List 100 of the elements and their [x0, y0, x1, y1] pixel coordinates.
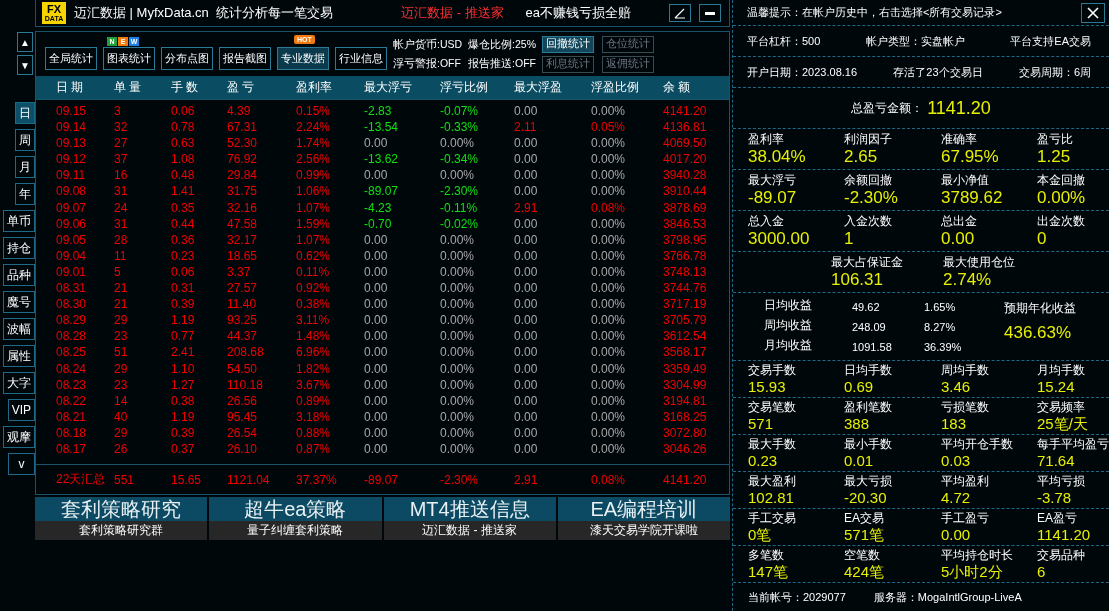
side-tab[interactable]: 月: [15, 156, 35, 178]
toolbar-button[interactable]: 专业数据: [277, 46, 329, 70]
toolbar-button[interactable]: 报告截图: [219, 46, 271, 70]
side-tab[interactable]: 魔号: [3, 291, 35, 313]
average-percent: 1.65%: [924, 299, 957, 315]
banner-caption[interactable]: 套利策略研究群: [35, 521, 208, 540]
summary-cell-text: 2.91: [514, 472, 539, 487]
toolbar-button[interactable]: 图表统计: [103, 46, 155, 70]
table-cell-text: 1.48%: [296, 328, 332, 345]
slogan-text: 迈汇数据 - 推送家: [401, 4, 504, 22]
stat-label: 入金次数: [844, 213, 893, 229]
banner-caption[interactable]: 迈汇数据 - 推送家: [383, 521, 556, 540]
stat-value: 102.81: [748, 488, 795, 507]
table-cell-text: 0.00: [364, 392, 389, 409]
table-cell-text: 5: [114, 263, 122, 281]
minimize-button[interactable]: [699, 4, 721, 22]
scroll-button[interactable]: ▼: [17, 55, 33, 75]
resize-button[interactable]: [669, 4, 691, 22]
table-cell-text: 0.37: [171, 440, 196, 458]
side-tab[interactable]: 单币: [3, 210, 35, 232]
stat-label: 盈利笔数: [844, 399, 893, 415]
table-cell-text: 76.92: [227, 151, 259, 168]
table-cell-text: 0.08%: [591, 199, 627, 216]
scroll-button[interactable]: ▲: [17, 32, 33, 52]
column-header: 浮盈比例: [591, 79, 640, 96]
table-cell-text: 0.00: [514, 183, 539, 200]
stat-label: 盈亏比: [1037, 131, 1074, 147]
close-icon: [1087, 6, 1099, 19]
table-cell-text: -2.83: [364, 103, 393, 120]
toolbar-button[interactable]: 行业信息: [335, 46, 387, 70]
table-cell-text: 54.50: [227, 360, 259, 377]
side-tab[interactable]: 波幅: [3, 318, 35, 340]
stat-label: 交易笔数: [748, 399, 797, 415]
side-tab[interactable]: 品种: [3, 264, 35, 286]
side-tab[interactable]: 持仓: [3, 237, 35, 259]
banner-caption[interactable]: 量子纠缠套利策略: [209, 521, 382, 540]
side-tab[interactable]: 周: [15, 129, 35, 151]
stat-label: 最大手数: [748, 436, 797, 452]
banner-caption[interactable]: 漆天交易学院开课啦: [557, 521, 730, 540]
table-cell-text: 2.11: [514, 119, 538, 136]
stat-value: 147笔: [748, 562, 790, 581]
column-header: 浮亏比例: [440, 79, 489, 96]
banner-link[interactable]: 套利策略研究: [35, 497, 208, 521]
table-cell-text: 09.05: [56, 231, 88, 248]
stat-value: -2.30%: [844, 187, 899, 208]
table-cell-text: 0.00%: [591, 247, 627, 264]
table-cell-text: 0.00%: [591, 135, 627, 152]
table-cell-text: 0.00%: [440, 360, 476, 377]
stats-button[interactable]: 回撤统计: [542, 35, 595, 53]
table-cell-text: 0.00%: [440, 408, 476, 425]
stat-value: 71.64: [1037, 451, 1076, 470]
side-tab[interactable]: 日: [15, 102, 35, 124]
table-cell-text: -2.30%: [440, 183, 480, 200]
table-cell-text: 0.00%: [440, 280, 476, 297]
table-cell-text: 3612.54: [663, 328, 708, 345]
account-info: 平台支持EA交易: [1010, 33, 1091, 49]
stats-button[interactable]: 返佣统计: [602, 55, 655, 73]
table-cell-text: -13.62: [364, 151, 400, 168]
side-tab[interactable]: VIP: [7, 399, 35, 421]
table-cell-text: 0.00: [364, 135, 389, 152]
table-cell-text: 0.92%: [296, 280, 332, 297]
table-cell-text: 0.00: [514, 392, 539, 409]
toolbar-button[interactable]: 全局统计: [45, 46, 97, 70]
total-value: 1141.20: [927, 97, 991, 119]
banner-link[interactable]: 超牛ea策略: [209, 497, 382, 521]
average-percent: 36.39%: [924, 339, 963, 355]
table-cell-text: 0.39: [171, 424, 196, 441]
stats-button[interactable]: 仓位统计: [602, 35, 655, 53]
account-info: 帐户类型：实盘帐户: [865, 33, 965, 49]
table-cell-text: 0.00: [514, 263, 539, 281]
banner-link[interactable]: EA编程培训: [557, 497, 730, 521]
table-cell-text: 44.37: [227, 328, 259, 345]
table-cell-text: 3168.25: [663, 408, 708, 425]
side-tab[interactable]: 观摩: [3, 426, 35, 448]
server-name: 服务器：MogaIntlGroup-LiveA: [873, 589, 1022, 605]
table-cell-text: 0.00%: [591, 263, 627, 281]
table-cell-text: 27: [114, 135, 129, 152]
stat-value: 67.95%: [941, 146, 1000, 167]
average-label: 日均收益: [764, 296, 813, 314]
table-cell-text: 0.00: [514, 151, 539, 168]
table-cell-text: 0.00: [514, 167, 539, 184]
side-tab[interactable]: 属性: [3, 345, 35, 367]
table-cell-text: 0.00%: [591, 167, 627, 184]
stat-value: -89.07: [748, 187, 798, 208]
table-cell-text: 0.00%: [591, 151, 627, 168]
column-header: 最大浮亏: [364, 79, 413, 96]
banner-link[interactable]: MT4推送信息: [383, 497, 556, 521]
stats-button[interactable]: 利息统计: [542, 55, 595, 73]
stat-label: 交易品种: [1037, 547, 1086, 563]
table-cell-text: 09.14: [56, 119, 88, 136]
stat-value: 15.24: [1037, 377, 1076, 396]
side-tab[interactable]: v: [8, 453, 35, 475]
table-cell-text: 09.15: [56, 103, 88, 120]
close-button[interactable]: [1081, 2, 1105, 23]
toolbar-button[interactable]: 分布点图: [161, 46, 213, 70]
table-cell-text: 24: [114, 199, 129, 216]
side-tab[interactable]: 大字: [3, 372, 35, 394]
table-cell-text: 1.06%: [296, 183, 332, 200]
side-tab[interactable]: 年: [15, 183, 35, 205]
table-cell-text: 0.00: [364, 328, 389, 345]
